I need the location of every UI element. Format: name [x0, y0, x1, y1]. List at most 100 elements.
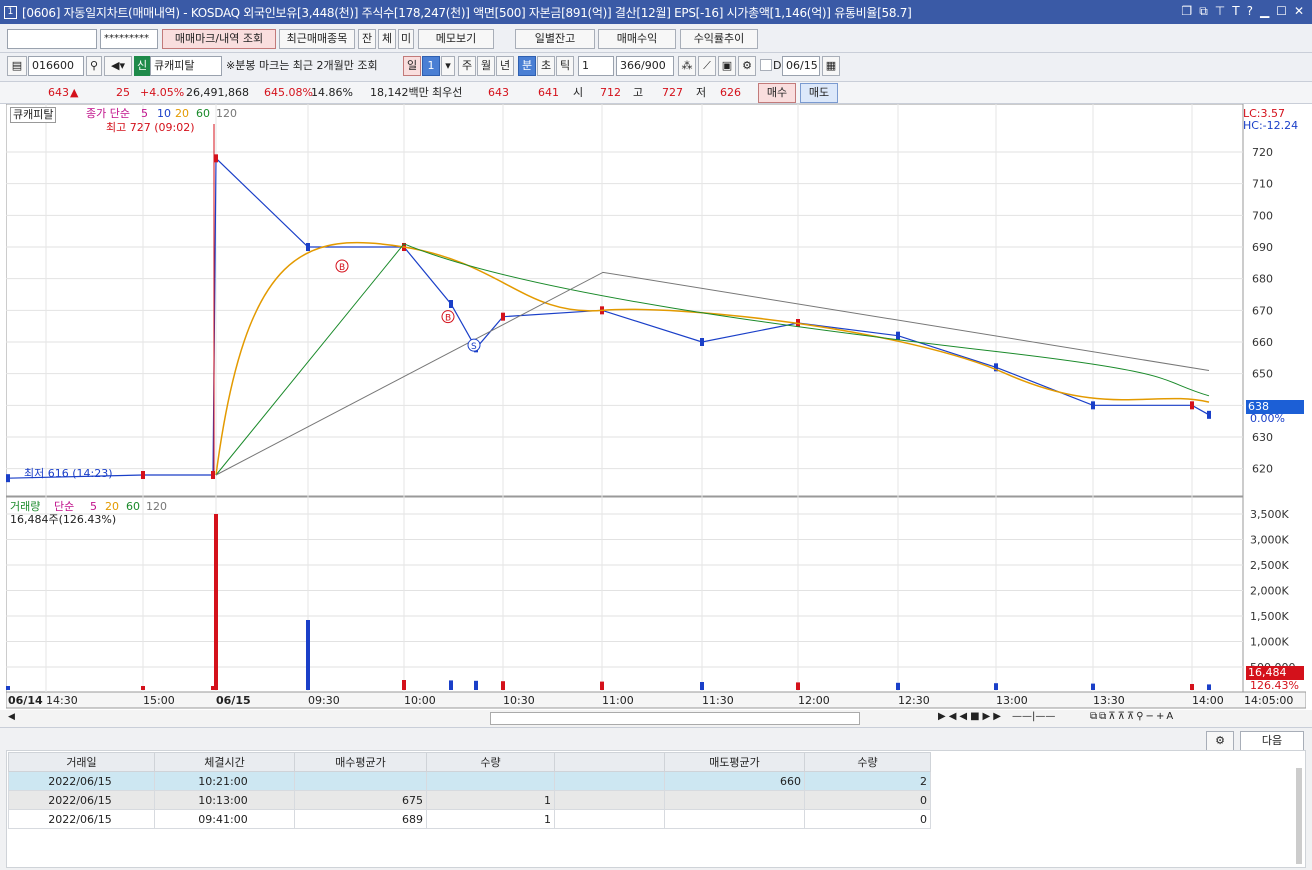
period-year-button[interactable]: 년: [496, 56, 514, 76]
high-annotation: 최고 727 (09:02): [106, 121, 195, 134]
col-buy-qty: 수량: [426, 752, 555, 772]
volume-bar: [1190, 684, 1194, 690]
scroll-thumb[interactable]: [490, 712, 860, 725]
text-icon[interactable]: T: [1232, 4, 1239, 19]
next-button[interactable]: 다음: [1240, 731, 1304, 751]
col-blank: [554, 752, 665, 772]
notice-text: ※분봉 마크는 최근 2개월만 조회: [226, 59, 378, 72]
change-value: 25: [116, 86, 130, 99]
amount-value: 18,142백만: [370, 86, 429, 99]
trade-table: 거래일 체결시간 매수평균가 수량 매도평균가 수량 2022/06/15 10…: [8, 752, 931, 829]
table-row[interactable]: 2022/06/15 09:41:00 689 1 0: [8, 809, 931, 829]
time-tick-label: 11:30: [702, 694, 734, 707]
cell-buy-qty: [426, 771, 555, 791]
trade-profit-button[interactable]: 매매수익: [598, 29, 676, 49]
period-month-button[interactable]: 월: [477, 56, 495, 76]
copy-icon[interactable]: ⧉: [1199, 4, 1208, 19]
new-listing-badge: 신: [134, 56, 150, 76]
volume-tick-label: 1,500K: [1250, 610, 1289, 623]
table-row[interactable]: 2022/06/15 10:13:00 675 1 0: [8, 790, 931, 810]
restore-icon[interactable]: ❐: [1181, 4, 1192, 19]
recent-trades-button[interactable]: 최근매매종목: [279, 29, 355, 49]
draw-icon[interactable]: ⟋: [698, 56, 716, 76]
date-field[interactable]: 06/15: [782, 56, 820, 76]
stock-code-input[interactable]: 016600: [28, 56, 84, 76]
period-minute-button[interactable]: 분: [518, 56, 536, 76]
volume-tick-label: 3,500K: [1250, 508, 1289, 521]
low-label: 저: [696, 86, 707, 99]
date-checkbox[interactable]: [760, 59, 772, 71]
sound-icon[interactable]: ◀▾: [104, 56, 132, 76]
volume-bar: [896, 682, 900, 690]
price-tick-label: 680: [1252, 273, 1273, 286]
price-tick-label: 700: [1252, 209, 1273, 222]
price-tick-label: 690: [1252, 241, 1273, 254]
volume-bar: [214, 514, 218, 690]
price-volume-chart[interactable]: 7207107006906806706606506406306203,500K3…: [6, 104, 1306, 710]
vol-ma20: 20: [105, 500, 119, 513]
trade-marks-button[interactable]: 매매마크/내역 조회: [162, 29, 276, 49]
chart-area[interactable]: 7207107006906806706606506406306203,500K3…: [6, 104, 1306, 710]
chart-tools-icon[interactable]: ⧉⧉⊼⊼⊼⚲−+A: [1090, 711, 1175, 722]
toolbar-symbol: ▤ 016600 ⚲ ◀▾ 신 큐캐피탈 ※분봉 마크는 최근 2개월만 조회 …: [0, 53, 1312, 82]
col-buy-avg: 매수평균가: [294, 752, 427, 772]
save-icon[interactable]: ▣: [718, 56, 736, 76]
volume-bar: [474, 680, 478, 690]
minimize-icon[interactable]: ▁: [1260, 4, 1269, 19]
legend-ma10: 10: [157, 107, 171, 120]
pin-icon[interactable]: ⊤: [1215, 4, 1225, 19]
indicator-icon[interactable]: ⁂: [678, 56, 696, 76]
daily-balance-button[interactable]: 일별잔고: [515, 29, 595, 49]
memo-button[interactable]: 메모보기: [418, 29, 494, 49]
scroll-left-icon[interactable]: ◀: [8, 712, 20, 725]
period-dropdown-icon[interactable]: ▾: [441, 56, 455, 76]
sell-button[interactable]: 매도: [800, 83, 838, 103]
volume-bar: [6, 686, 10, 690]
account-select[interactable]: [7, 29, 97, 49]
volume-note: 16,484주(126.43%): [10, 513, 117, 526]
search-icon[interactable]: ⚲: [86, 56, 102, 76]
vol-ma-label: 단순: [54, 500, 75, 513]
time-tick-label: 14:05:00: [1244, 694, 1293, 707]
buy-button[interactable]: 매수: [758, 83, 796, 103]
period-number-select[interactable]: 1: [422, 56, 440, 76]
return-trend-button[interactable]: 수익률추이: [680, 29, 758, 49]
password-field[interactable]: *********: [100, 29, 158, 49]
table-row[interactable]: 2022/06/15 10:21:00 660 2: [8, 771, 931, 791]
vertical-scrollbar[interactable]: [1296, 768, 1302, 864]
cell-time: 09:41:00: [154, 809, 295, 829]
settings-gear-icon[interactable]: ⚙: [1206, 731, 1234, 751]
interval-select[interactable]: 1: [578, 56, 614, 76]
unfilled-button[interactable]: 미: [398, 29, 414, 49]
playback-controls-icon[interactable]: ▶◀◀■▶▶: [938, 711, 1004, 722]
help-icon[interactable]: ?: [1247, 4, 1253, 19]
zoom-slider[interactable]: ——|——: [1012, 711, 1055, 722]
bar-count-field[interactable]: 366/900: [616, 56, 674, 76]
balance-button[interactable]: 잔: [358, 29, 376, 49]
volume-panel-frame: [6, 496, 1244, 693]
gear-icon[interactable]: ⚙: [738, 56, 756, 76]
period-second-button[interactable]: 초: [537, 56, 555, 76]
period-tick-button[interactable]: 틱: [556, 56, 574, 76]
volume-tick-label: 3,000K: [1250, 534, 1289, 547]
time-tick-label: 06/15: [216, 694, 251, 707]
chart-scrollbar[interactable]: ◀ ▶◀◀■▶▶ ——|—— ⧉⧉⊼⊼⊼⚲−+A: [0, 710, 1312, 728]
calendar-icon[interactable]: ▦: [822, 56, 840, 76]
cell-buy-avg: [294, 771, 427, 791]
cell-buy-qty: 1: [426, 790, 555, 810]
time-tick-label: 06/14: [8, 694, 43, 707]
volume-percent: 645.08%: [264, 86, 313, 99]
period-day-button[interactable]: 일: [403, 56, 421, 76]
high-label: 고: [633, 86, 644, 99]
close-icon[interactable]: ✕: [1294, 4, 1304, 19]
time-tick-label: 11:00: [602, 694, 634, 707]
period-week-button[interactable]: 주: [458, 56, 476, 76]
price-tick-label: 660: [1252, 336, 1273, 349]
vol-ma5: 5: [90, 500, 97, 513]
volume-bar: [402, 680, 406, 690]
current-price: 643: [48, 86, 69, 99]
maximize-icon[interactable]: ☐: [1276, 4, 1287, 19]
time-tick-label: 12:00: [798, 694, 830, 707]
filled-button[interactable]: 체: [378, 29, 396, 49]
layout-icon[interactable]: ▤: [7, 56, 27, 76]
